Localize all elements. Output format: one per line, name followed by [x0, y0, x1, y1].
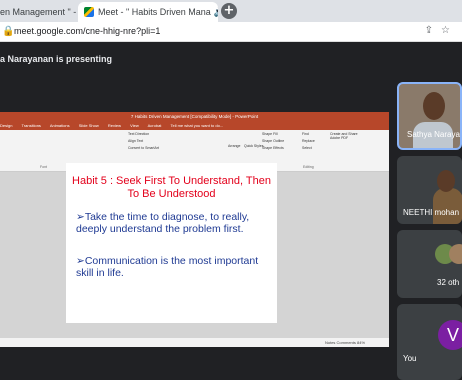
ppt-status-bar: Notes Comments 84%: [0, 338, 389, 347]
participant-name: 32 oth: [437, 278, 460, 287]
browser-tab-bar: en Management " - ✕ Meet - " Habits Driv…: [0, 0, 462, 22]
tab-1-label: en Management " -: [0, 7, 77, 17]
participant-face: [423, 92, 445, 120]
slide-bullet: ➢Communication is the most important ski…: [76, 255, 276, 279]
editing-group-label: Editing: [303, 165, 314, 169]
ppt-tab[interactable]: View: [130, 123, 139, 128]
status-right: Notes Comments 84%: [324, 340, 365, 345]
participant-tile[interactable]: Sathya Narayan: [397, 82, 462, 150]
lock-icon[interactable]: 🔒: [2, 26, 14, 37]
participant-name: NEETHI mohan: [403, 208, 460, 217]
participant-tile[interactable]: 32 oth: [397, 230, 462, 298]
participant-video: [433, 188, 462, 224]
shape-outline-button[interactable]: Shape Outline: [262, 139, 284, 145]
participant-tile[interactable]: NEETHI mohan: [397, 156, 462, 224]
bullet-text: Communication is the most important skil…: [76, 255, 259, 279]
align-text-button[interactable]: Align Text: [128, 139, 143, 145]
convert-smartart-button[interactable]: Convert to SmartArt: [128, 146, 159, 152]
arrow-bullet-icon: ➢: [76, 211, 85, 223]
participant-name: You: [403, 354, 417, 363]
slide-title: Habit 5 : Seek First To Understand, Then…: [72, 175, 271, 200]
ppt-title-bar: 7 Habits Driven Management [Compatibilit…: [0, 112, 389, 121]
select-button[interactable]: Select: [302, 146, 312, 152]
avatar: V: [438, 320, 462, 350]
ppt-tab[interactable]: Acrobat: [148, 123, 162, 128]
speaker-icon[interactable]: 🔊: [214, 7, 218, 18]
share-icon[interactable]: ⇪: [425, 25, 441, 36]
browser-tab-meet[interactable]: Meet - " Habits Driven Mana 🔊 ✕: [78, 2, 218, 22]
address-bar: 🔒 meet.google.com/cne-hhig-nre?pli=1 ⇪☆: [0, 22, 462, 42]
ppt-tab[interactable]: Animations: [50, 123, 70, 128]
participant-name: Sathya Narayan: [407, 130, 462, 139]
arrange-button[interactable]: Arrange: [228, 144, 240, 150]
text-direction-button[interactable]: Text Direction: [128, 132, 149, 138]
ppt-tab[interactable]: Transitions: [22, 123, 41, 128]
ppt-tab[interactable]: Slide Show: [79, 123, 99, 128]
url-field[interactable]: meet.google.com/cne-hhig-nre?pli=1: [14, 26, 160, 36]
meet-stage-bottom: [0, 347, 397, 380]
star-icon[interactable]: ☆: [441, 25, 458, 36]
avatar: [449, 244, 462, 264]
create-adobe-pdf-button[interactable]: Create and Share Adobe PDF: [330, 132, 358, 140]
presenting-banner: a Narayanan is presenting: [0, 54, 113, 64]
slide-bullet: ➢Take the time to diagnose, to really, d…: [76, 211, 276, 235]
font-group-label: Font: [40, 165, 48, 169]
tab-2-label: Meet - " Habits Driven Mana: [98, 7, 211, 17]
find-button[interactable]: Find: [302, 132, 309, 138]
ppt-tab[interactable]: Review: [108, 123, 121, 128]
quick-styles-button[interactable]: Quick Styles: [244, 144, 263, 150]
replace-button[interactable]: Replace: [302, 139, 315, 145]
shape-fill-button[interactable]: Shape Fill: [262, 132, 278, 138]
ppt-tab[interactable]: Tell me what you want to do...: [170, 123, 223, 128]
meet-logo-icon: [84, 7, 94, 17]
ppt-tab[interactable]: Design: [0, 123, 12, 128]
arrow-bullet-icon: ➢: [76, 255, 85, 267]
new-tab-button[interactable]: +: [221, 3, 237, 19]
address-bar-actions: ⇪☆: [425, 25, 458, 36]
bullet-text: Take the time to diagnose, to really, de…: [76, 211, 250, 235]
ppt-ribbon-tabs: Design Transitions Animations Slide Show…: [0, 121, 389, 130]
shape-effects-button[interactable]: Shape Effects: [262, 146, 284, 152]
participant-face: [437, 170, 455, 192]
participant-tile-self[interactable]: V You: [397, 304, 462, 380]
slide: Habit 5 : Seek First To Understand, Then…: [66, 163, 277, 323]
browser-tab-1[interactable]: en Management " - ✕: [0, 2, 78, 22]
